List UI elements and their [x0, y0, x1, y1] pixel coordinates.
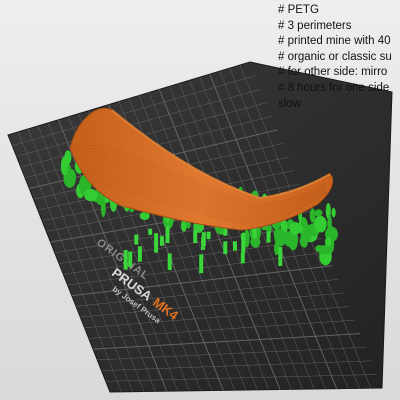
- note-line: slow: [278, 97, 302, 110]
- note-line: # organic or classic su: [278, 50, 392, 63]
- note-line: # 8 hours for one side: [278, 81, 390, 94]
- 3d-viewport[interactable]: ORIGINAL PRUSA MK4 by Josef Prusa # PETG…: [0, 0, 400, 400]
- note-line: # PETG: [278, 4, 319, 16]
- note-line: # for other side: mirro: [278, 66, 388, 79]
- notes-overlay: # PETG # 3 perimeters # printed mine with …: [278, 3, 400, 113]
- note-line: # printed mine with 40: [278, 35, 391, 48]
- note-line: # 3 perimeters: [278, 19, 352, 32]
